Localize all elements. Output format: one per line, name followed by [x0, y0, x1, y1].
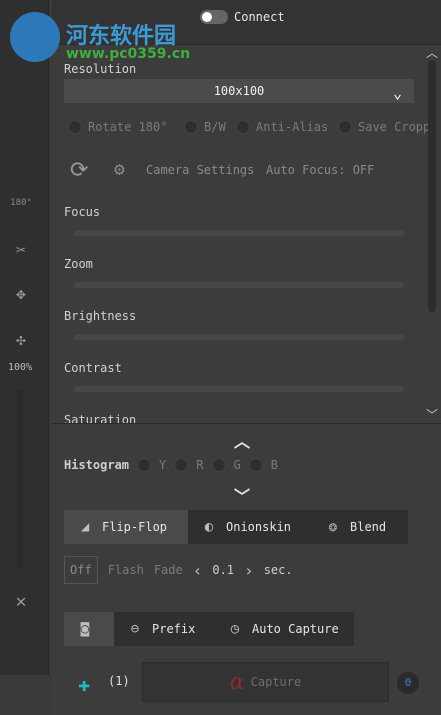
off-button[interactable]: Off	[64, 556, 98, 584]
zoom-slider[interactable]	[17, 390, 23, 568]
left-toolbar: 180° ✂ ✥ ✣ 100% ✕	[0, 0, 49, 675]
refresh-icon[interactable]: ⟳	[70, 158, 98, 186]
capture-count: (1)	[108, 674, 130, 688]
radio-dot[interactable]	[211, 458, 226, 472]
zoom-label: Zoom	[64, 257, 93, 271]
tab-blend[interactable]: ❂ Blend	[312, 510, 408, 544]
connect-label: Connect	[234, 10, 285, 24]
focus-label: Focus	[64, 205, 101, 219]
channel-b: B	[270, 458, 278, 472]
capture-tabs: ◙ ⊖ Prefix ◷ Auto Capture	[64, 612, 354, 646]
brightness-label: Brightness	[64, 309, 137, 323]
autofocus-status: Auto Focus: OFF	[266, 163, 375, 177]
brightness-slider[interactable]	[74, 334, 404, 340]
rotate-180-icon[interactable]: 180°	[8, 190, 34, 216]
option-label: B/W	[204, 120, 226, 134]
option-bw[interactable]: B/W	[184, 120, 226, 134]
scroll-up-icon[interactable]: ︿	[426, 44, 438, 61]
scrollbar[interactable]	[428, 60, 436, 312]
option-antialias[interactable]: Anti-Alias	[236, 120, 328, 134]
resolution-select[interactable]: 100x100 ⌄	[64, 79, 414, 103]
tab-flip-flop[interactable]: ◢ Flip-Flop	[64, 510, 188, 544]
close-icon[interactable]: ✕	[8, 588, 34, 614]
watermark-url: www.pc0359.cn	[66, 46, 191, 62]
zoom-slider-main[interactable]	[74, 282, 404, 288]
tab-onionskin[interactable]: ◐ Onionskin	[188, 510, 312, 544]
collapse-down-icon[interactable]: ﹀	[234, 483, 250, 507]
scissors-icon[interactable]: ✂	[8, 236, 34, 262]
divider	[52, 423, 441, 424]
expand-up-icon[interactable]: ︿	[234, 428, 250, 452]
fade-unit: sec.	[263, 563, 293, 577]
saturation-label: Saturation	[64, 413, 137, 427]
option-label: Anti-Alias	[256, 120, 329, 134]
channel-g: G	[233, 458, 241, 472]
watermark-badge-icon	[10, 12, 60, 62]
capture-row: ✚ (1) α Capture 0	[64, 662, 429, 702]
watermark-logo: 河东软件园 www.pc0359.cn	[6, 6, 226, 68]
add-icon[interactable]: ✚	[78, 672, 90, 696]
capture-label: Capture	[250, 675, 302, 689]
tab-label: Flip-Flop	[102, 520, 168, 534]
flash-button[interactable]: Flash	[108, 563, 144, 577]
chevron-down-icon: ⌄	[392, 84, 402, 102]
pan-icon[interactable]: ✣	[8, 326, 34, 352]
tab-auto-capture[interactable]: ◷ Auto Capture	[214, 612, 354, 646]
radio-dot[interactable]	[248, 458, 263, 472]
channel-r: R	[196, 458, 204, 472]
zoom-percent: 100%	[8, 362, 33, 373]
camera-icon: ◙	[80, 621, 90, 637]
gear-icon[interactable]: ⚙	[114, 159, 125, 180]
tab-label: Prefix	[152, 622, 196, 636]
tab-prefix[interactable]: ⊖ Prefix	[114, 612, 214, 646]
chevron-right-icon[interactable]: ›	[244, 561, 254, 580]
fade-button[interactable]: Fade	[154, 563, 183, 577]
radio-dot	[338, 120, 352, 134]
camera-settings-button[interactable]: Camera Settings	[146, 163, 254, 177]
flip-flop-controls: Off Flash Fade ‹ 0.1 › sec.	[64, 556, 293, 584]
histogram-label: Histogram	[64, 458, 130, 472]
option-rotate[interactable]: Rotate 180°	[68, 120, 167, 134]
radio-dot	[236, 120, 250, 134]
clock-icon: ◷	[230, 621, 240, 637]
blend-tabs: ◢ Flip-Flop ◐ Onionskin ❂ Blend	[64, 510, 408, 544]
flip-flop-icon: ◢	[80, 519, 90, 535]
histogram-row: Histogram Y R G B	[64, 458, 278, 472]
focus-slider[interactable]	[74, 230, 404, 236]
rotate-180-label: 180°	[10, 198, 32, 208]
scroll-down-icon[interactable]: ﹀	[426, 406, 438, 423]
minus-circle-icon: ⊖	[130, 621, 140, 637]
option-label: Rotate 180°	[88, 120, 168, 134]
move-icon[interactable]: ✥	[8, 280, 34, 306]
contrast-label: Contrast	[64, 361, 122, 375]
radio-dot	[68, 120, 82, 134]
tab-label: Blend	[350, 520, 387, 534]
channel-y: Y	[159, 458, 167, 472]
option-save-crop[interactable]: Save Cropp	[338, 120, 430, 134]
blend-icon: ❂	[328, 519, 338, 535]
radio-dot[interactable]	[174, 458, 189, 472]
contrast-slider[interactable]	[74, 386, 404, 392]
capture-button[interactable]: α Capture	[142, 662, 389, 702]
capture-badge: 0	[397, 672, 419, 694]
radio-dot[interactable]	[137, 458, 152, 472]
onionskin-icon: ◐	[204, 519, 214, 535]
tab-label: Onionskin	[226, 520, 292, 534]
radio-dot	[184, 120, 198, 134]
capture-logo: α	[229, 669, 245, 695]
tab-label: Auto Capture	[252, 622, 339, 636]
main-panel: Connect Resolution 100x100 ⌄ ︿ Rotate 18…	[52, 0, 441, 715]
resolution-value: 100x100	[213, 84, 265, 98]
tab-camera[interactable]: ◙	[64, 612, 114, 646]
option-label: Save Cropp	[358, 120, 431, 134]
chevron-left-icon[interactable]: ‹	[193, 561, 203, 580]
fade-value: 0.1	[212, 563, 235, 577]
rail-footer	[0, 675, 48, 715]
